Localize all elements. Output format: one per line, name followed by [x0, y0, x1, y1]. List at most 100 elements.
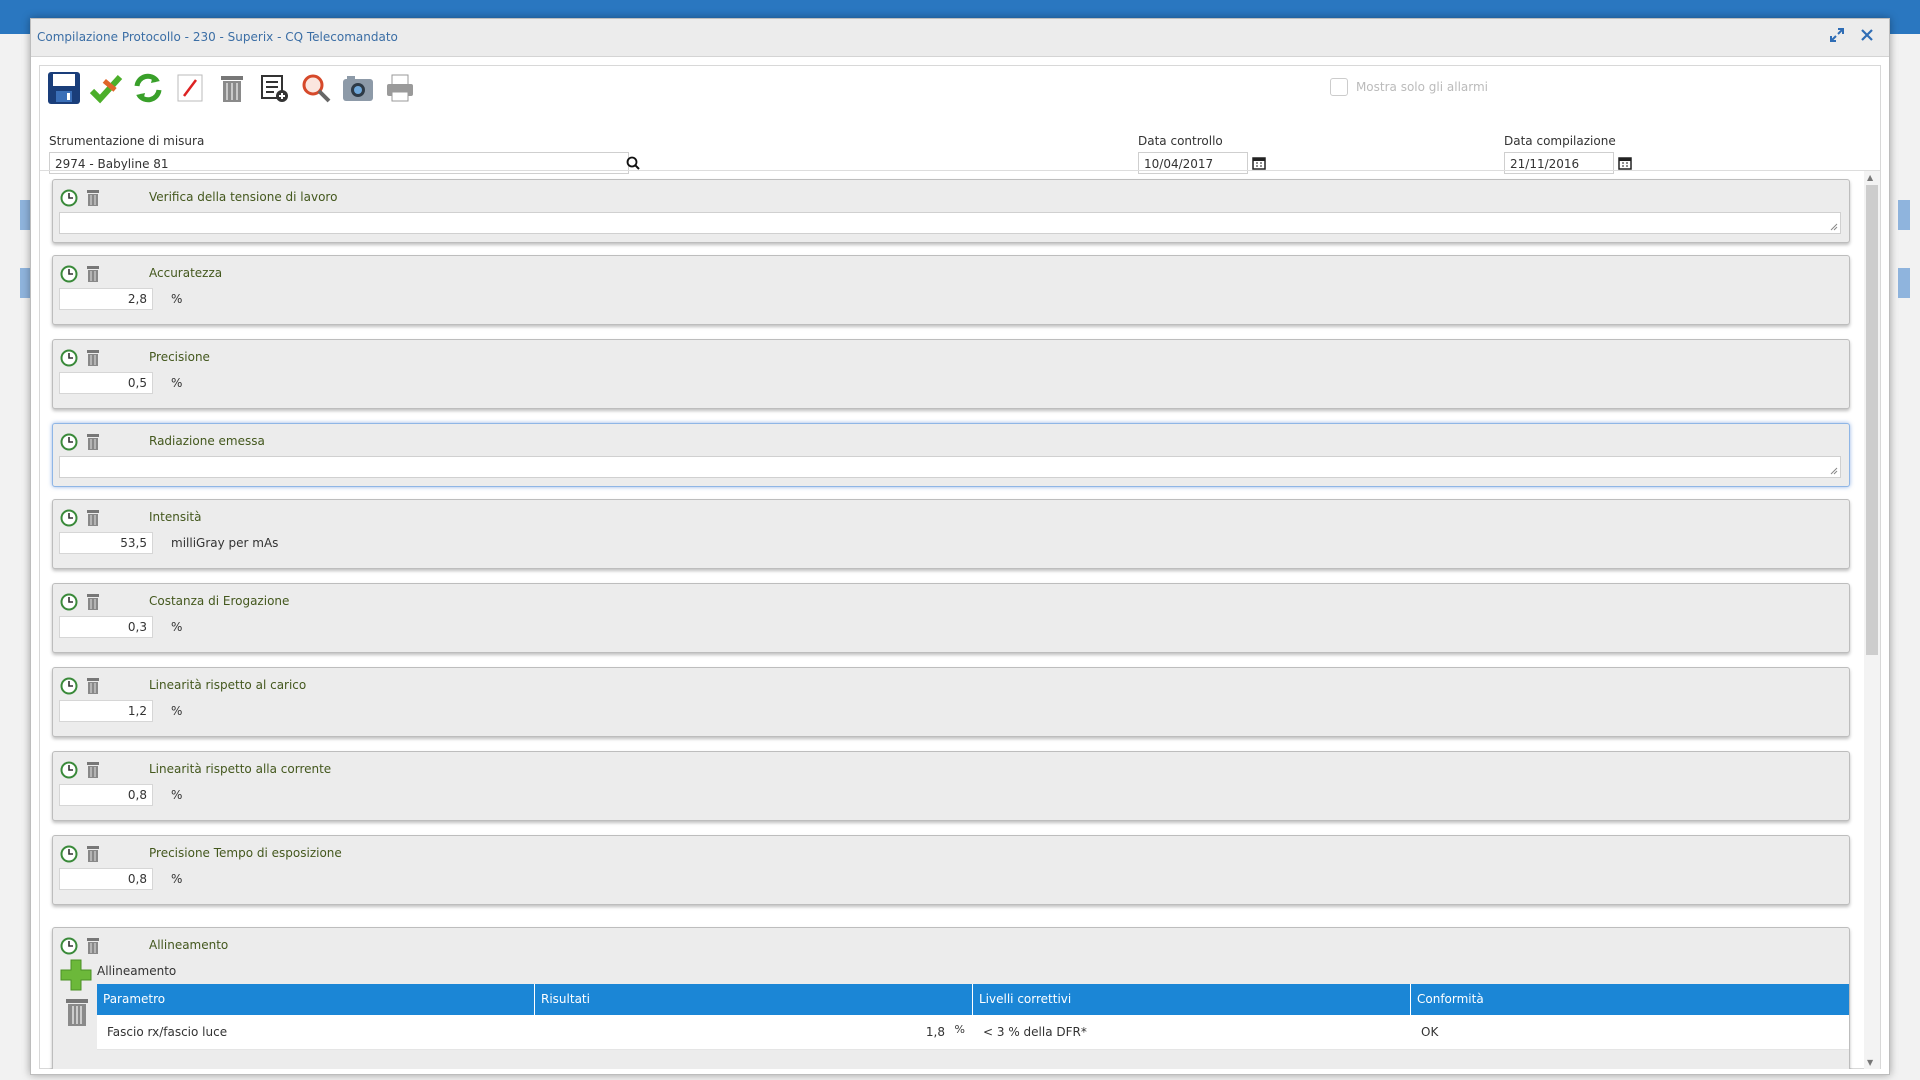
column-header[interactable]: Parametro: [97, 984, 535, 1015]
check-unit: %: [171, 376, 183, 390]
check-title: Precisione Tempo di esposizione: [149, 846, 342, 860]
edit-button[interactable]: [172, 70, 208, 106]
delete-check-button[interactable]: [83, 264, 103, 284]
refresh-icon: [134, 73, 162, 103]
delete-row-button[interactable]: [63, 996, 91, 1028]
save-button[interactable]: [46, 70, 82, 106]
history-button[interactable]: [59, 508, 79, 528]
search-doc-icon: [302, 74, 331, 103]
delete-check-button[interactable]: [83, 760, 103, 780]
delete-check-button[interactable]: [83, 592, 103, 612]
history-button[interactable]: [59, 760, 79, 780]
check-value-input[interactable]: 0,5: [59, 372, 153, 394]
check-card: Verifica della tensione di lavoro: [52, 179, 1850, 243]
clock-icon: [60, 937, 78, 955]
check-value-input[interactable]: 1,2: [59, 700, 153, 722]
protocol-dialog: Compilazione Protocollo - 230 - Superix …: [30, 18, 1890, 1075]
card-actions: [59, 844, 103, 864]
card-actions: [59, 264, 103, 284]
edit-icon: [177, 74, 203, 102]
clock-icon: [60, 189, 78, 207]
resize-grip-icon[interactable]: [1830, 223, 1838, 231]
check-notes-input[interactable]: [59, 456, 1841, 478]
column-header[interactable]: Risultati: [535, 984, 973, 1015]
clock-icon: [60, 509, 78, 527]
cell-risultato[interactable]: 1,8 %: [535, 1015, 973, 1049]
delete-check-button[interactable]: [83, 936, 103, 956]
column-header[interactable]: Livelli correttivi: [973, 984, 1411, 1015]
card-actions: [59, 508, 103, 528]
add-row-button[interactable]: [59, 958, 93, 992]
result-unit: %: [954, 1023, 965, 1036]
delete-check-button[interactable]: [83, 844, 103, 864]
history-button[interactable]: [59, 936, 79, 956]
check-value-input[interactable]: 0,3: [59, 616, 153, 638]
bg-tab: [1898, 200, 1910, 230]
check-title: Radiazione emessa: [149, 434, 265, 448]
check-card: Linearità rispetto alla corrente 0,8%: [52, 751, 1850, 821]
card-actions: [59, 676, 103, 696]
cell-livelli: < 3 % della DFR*: [983, 1025, 1087, 1039]
check-value-input[interactable]: 0,8: [59, 784, 153, 806]
delete-check-button[interactable]: [83, 508, 103, 528]
camera-icon: [343, 76, 373, 101]
maximize-button[interactable]: [1827, 27, 1847, 47]
confirm-button[interactable]: [88, 70, 124, 106]
check-title: Linearità rispetto al carico: [149, 678, 307, 692]
trash-icon: [87, 762, 99, 778]
close-button[interactable]: [1857, 27, 1877, 47]
scroll-down-icon[interactable]: ▼: [1867, 1058, 1873, 1067]
check-value-input[interactable]: 2,8: [59, 288, 153, 310]
check-title: Costanza di Erogazione: [149, 594, 290, 608]
trash-icon: [87, 678, 99, 694]
camera-button[interactable]: [340, 70, 376, 106]
resize-grip-icon[interactable]: [1830, 467, 1838, 475]
alarm-filter-label: Mostra solo gli allarmi: [1355, 80, 1488, 94]
check-notes-input[interactable]: [59, 212, 1841, 234]
trash-icon: [87, 350, 99, 366]
check-value-input[interactable]: 0,8: [59, 868, 153, 890]
card-actions: [59, 760, 103, 780]
delete-button[interactable]: [214, 70, 250, 106]
trash-icon: [66, 999, 88, 1026]
check-value-input[interactable]: 53,5: [59, 532, 153, 554]
print-button[interactable]: [382, 70, 418, 106]
close-icon: [1861, 29, 1873, 41]
history-button[interactable]: [59, 592, 79, 612]
history-button[interactable]: [59, 264, 79, 284]
history-button[interactable]: [59, 188, 79, 208]
alarm-filter[interactable]: Mostra solo gli allarmi: [1329, 78, 1488, 96]
check-unit: %: [171, 292, 183, 306]
clock-icon: [60, 845, 78, 863]
history-button[interactable]: [59, 676, 79, 696]
scroll-thumb[interactable]: [1866, 185, 1878, 655]
clock-icon: [60, 677, 78, 695]
history-button[interactable]: [59, 348, 79, 368]
delete-check-button[interactable]: [83, 348, 103, 368]
check-title: Allineamento: [149, 938, 229, 952]
trash-icon: [87, 938, 99, 954]
check-card: Radiazione emessa: [52, 423, 1850, 487]
history-button[interactable]: [59, 432, 79, 452]
check-title: Verifica della tensione di lavoro: [149, 190, 338, 204]
column-header[interactable]: Conformità: [1411, 984, 1849, 1015]
history-button[interactable]: [59, 844, 79, 864]
trash-icon: [87, 434, 99, 450]
table-title: Allineamento: [97, 964, 177, 978]
search-doc-button[interactable]: [298, 70, 334, 106]
checks-list[interactable]: ▲ ▼ Allineamento Allineamento Parametro …: [40, 170, 1880, 1069]
list-add-button[interactable]: [256, 70, 292, 106]
card-actions: [59, 432, 103, 452]
check-unit: milliGray per mAs: [171, 536, 279, 550]
vertical-scrollbar[interactable]: ▲ ▼: [1864, 171, 1880, 1069]
alarm-filter-checkbox[interactable]: [1329, 78, 1348, 96]
delete-check-button[interactable]: [83, 188, 103, 208]
scroll-up-icon[interactable]: ▲: [1867, 173, 1873, 182]
refresh-button[interactable]: [130, 70, 166, 106]
check-card: Intensità 53,5 milliGray per mAs: [52, 499, 1850, 569]
clock-icon: [60, 761, 78, 779]
delete-check-button[interactable]: [83, 432, 103, 452]
check-unit: %: [171, 872, 183, 886]
delete-check-button[interactable]: [83, 676, 103, 696]
table-row[interactable]: Fascio rx/fascio luce 1,8 % < 3 % della …: [97, 1015, 1849, 1050]
